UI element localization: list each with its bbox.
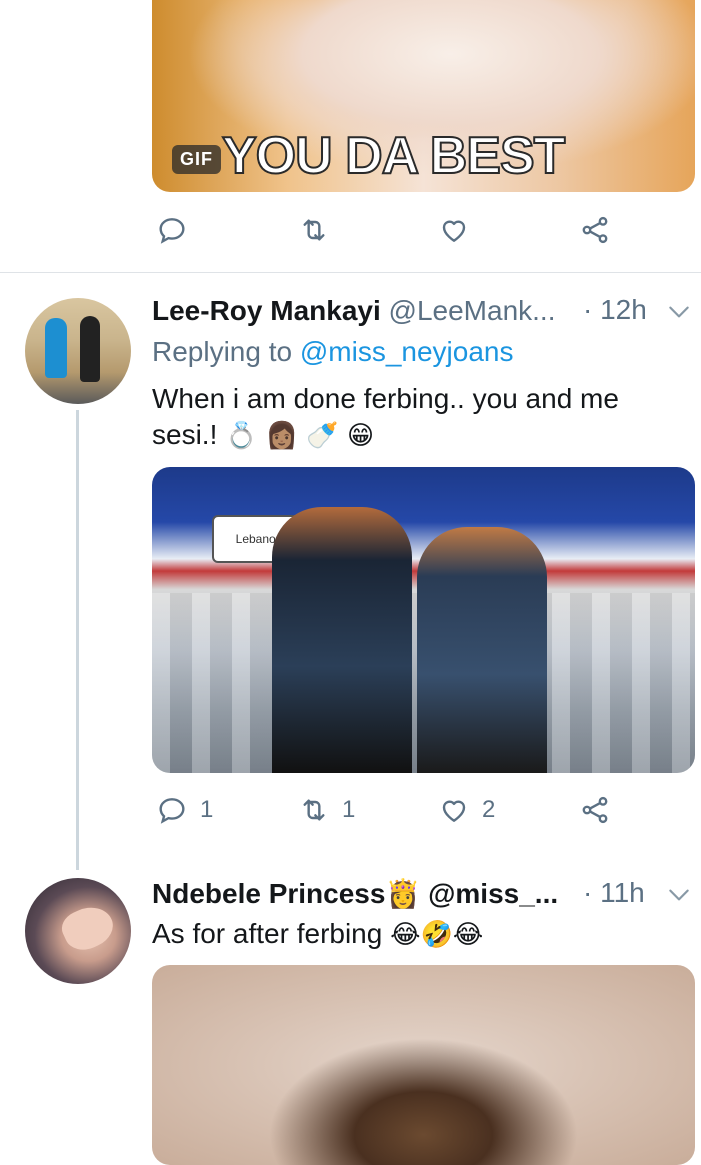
avatar[interactable] [25, 878, 131, 984]
replying-to: Replying to @miss_neyjoans [152, 336, 514, 368]
retweet-icon [303, 799, 325, 821]
photo-person [272, 507, 412, 773]
reply-icon [159, 798, 185, 824]
share-button[interactable] [579, 794, 611, 826]
tweet-body: When i am done ferbing.. you and me sesi… [152, 383, 619, 450]
tweet-emojis: 😂🤣😂 [390, 920, 484, 950]
tweet-divider [0, 272, 701, 273]
retweet-count: 1 [342, 796, 356, 823]
like-icon [442, 800, 466, 822]
replying-mention[interactable]: @miss_neyjoans [300, 336, 514, 367]
reply-icon [159, 218, 185, 244]
share-icon [582, 216, 608, 244]
tweet-time[interactable]: · 12h [583, 294, 647, 326]
user-handle[interactable]: @miss_... [428, 878, 558, 909]
display-name[interactable]: Ndebele Princess👸 [152, 878, 420, 909]
reply-button[interactable]: 1 [156, 794, 213, 826]
display-name[interactable]: Lee-Roy Mankayi [152, 295, 381, 326]
retweet-icon [303, 219, 325, 241]
share-icon [582, 796, 608, 824]
avatar[interactable] [25, 298, 131, 404]
tweet-actions [152, 214, 622, 254]
thread-line [76, 410, 79, 870]
tweet-body: As for after ferbing [152, 918, 383, 949]
tweet-photo[interactable] [152, 965, 695, 1165]
chevron-down-icon[interactable] [666, 882, 692, 908]
like-button[interactable] [438, 214, 470, 246]
user-handle[interactable]: @LeeMank... [389, 295, 556, 326]
tweet-photo[interactable]: Lebanon [152, 467, 695, 773]
like-button[interactable]: 2 [438, 794, 495, 826]
gif-badge: GIF [172, 145, 221, 174]
tweet-time[interactable]: · 11h [583, 877, 645, 909]
retweet-button[interactable]: 1 [298, 794, 355, 826]
like-count: 2 [482, 796, 496, 823]
chevron-down-icon[interactable] [666, 299, 692, 325]
retweet-button[interactable] [298, 214, 330, 246]
tweet-text: As for after ferbing 😂🤣😂 [152, 916, 692, 953]
reply-button[interactable] [156, 214, 188, 246]
gif-media[interactable]: YOU DA BEST GIF [152, 0, 695, 192]
replying-prefix: Replying to [152, 336, 293, 367]
tweet-actions: 1 1 2 [152, 794, 622, 834]
share-button[interactable] [579, 214, 611, 246]
gif-caption: YOU DA BEST [221, 127, 566, 185]
photo-person [417, 527, 547, 773]
tweet-text: When i am done ferbing.. you and me sesi… [152, 381, 692, 454]
tweet-emojis: 💍 👩🏽 🍼 😁 [225, 421, 375, 451]
like-icon [442, 220, 466, 242]
reply-count: 1 [200, 796, 214, 823]
